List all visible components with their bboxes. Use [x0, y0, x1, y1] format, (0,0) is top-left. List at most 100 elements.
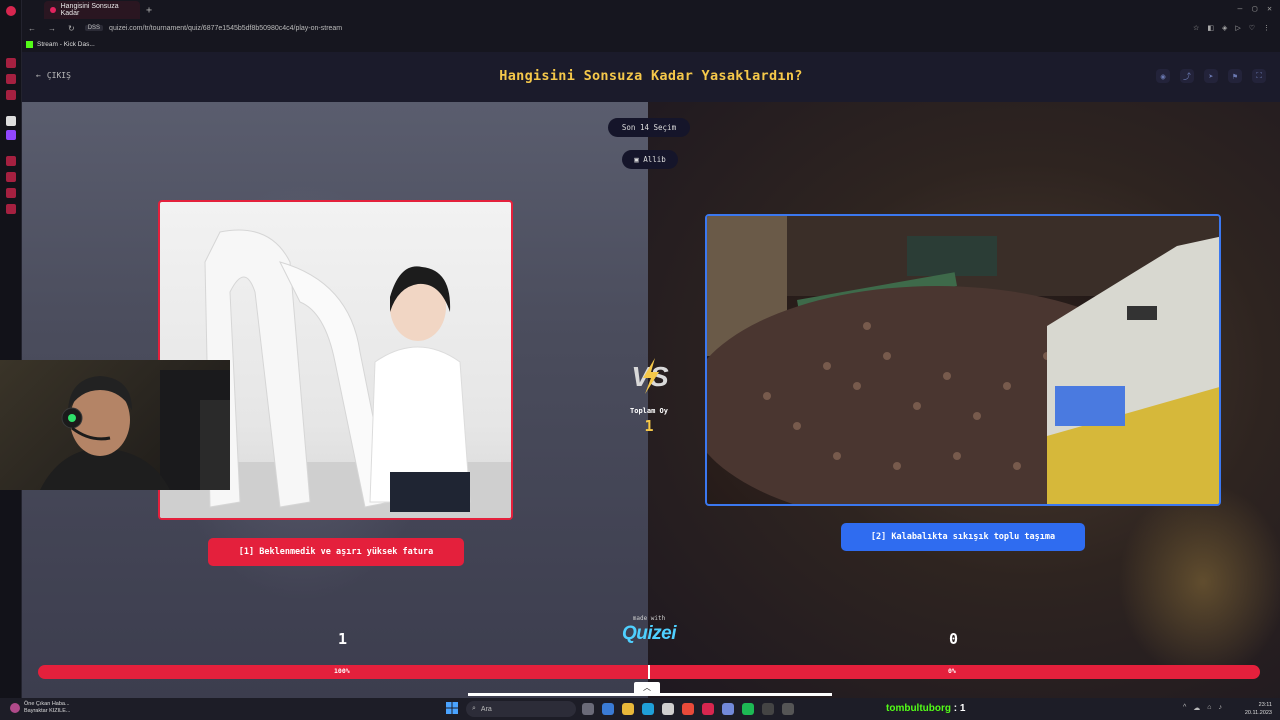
user-badge: ▣ Allib: [622, 150, 678, 169]
vs-icon: VS: [631, 358, 669, 394]
app-icon[interactable]: [602, 703, 614, 715]
tab-title: Hangisini Sonsuza Kadar: [60, 3, 119, 17]
option-2-button[interactable]: [2] Kalabalıkta sıkışık toplu taşıma: [841, 523, 1085, 551]
clock[interactable]: 23:11 20.11.2023: [1245, 701, 1272, 717]
bookmark-star-icon[interactable]: ☆: [1193, 24, 1199, 32]
cloud-icon[interactable]: ☁: [1193, 704, 1200, 712]
browser-chrome: Hangisini Sonsuza Kadar + — ▢ ✕ ← → ↻ DS…: [0, 0, 1280, 52]
discord-icon[interactable]: [722, 703, 734, 715]
send-icon[interactable]: ➤: [1204, 69, 1218, 83]
bookmark-item[interactable]: Stream - Kick Das...: [37, 41, 95, 48]
now-playing-avatar: [10, 703, 20, 713]
window-controls: — ▢ ✕: [1238, 4, 1272, 13]
edge-icon[interactable]: [642, 703, 654, 715]
sidebar-app-icon[interactable]: [6, 172, 16, 182]
user-icon: ▣: [634, 155, 644, 164]
play-icon[interactable]: ▷: [1235, 24, 1240, 32]
option-2-image[interactable]: [705, 214, 1221, 506]
sidebar-app-icon[interactable]: [6, 90, 16, 100]
sidebar-app-icon[interactable]: [6, 74, 16, 84]
browser-tab-active[interactable]: Hangisini Sonsuza Kadar: [44, 1, 140, 19]
extension-icons: ☆ ◧ ◈ ▷ ♡ ⋮: [1193, 24, 1270, 32]
chevron-up-icon[interactable]: ^: [1183, 704, 1186, 712]
extension-icon[interactable]: ◧: [1207, 24, 1214, 32]
browser-sidebar: [0, 0, 22, 698]
shield-icon[interactable]: ◈: [1222, 24, 1227, 32]
taskbar-search[interactable]: ⌕ Ara: [466, 701, 576, 717]
streamer-webcam-image: [40, 370, 230, 490]
minimize-button[interactable]: —: [1238, 4, 1243, 13]
ticker-name: tombultuborg: [886, 703, 951, 714]
back-icon[interactable]: ←: [28, 24, 36, 33]
network-icon[interactable]: ⌂: [1207, 704, 1211, 712]
opera-gx-icon[interactable]: [702, 703, 714, 715]
vote-progress-bar: 100% 0%: [38, 665, 1260, 679]
progress-divider: [648, 665, 650, 679]
quiz-header: ← ÇIKIŞ Hangisini Sonsuza Kadar Yasaklar…: [22, 52, 1280, 102]
spotify-icon[interactable]: [742, 703, 754, 715]
app-icon[interactable]: [762, 703, 774, 715]
share-icon[interactable]: ⤴: [1180, 69, 1194, 83]
heart-icon[interactable]: ♡: [1249, 24, 1255, 32]
total-votes-label: Toplam Oy: [630, 407, 668, 415]
taskbar: Öne Çıkan Haba... Bayraktar KIZILE... ⌕ …: [0, 698, 1280, 720]
nav-buttons: ← → ↻: [28, 24, 75, 33]
search-placeholder: Ara: [480, 705, 492, 713]
eye-icon[interactable]: ◉: [1156, 69, 1170, 83]
pinned-apps: [582, 703, 794, 715]
search-icon: ⌕: [472, 705, 476, 712]
twitch-icon[interactable]: [6, 130, 16, 140]
windows-start-icon[interactable]: [446, 702, 458, 714]
fullscreen-icon[interactable]: ⛶: [1252, 69, 1266, 83]
bookmarks-bar: Stream - Kick Das...: [22, 38, 95, 50]
now-playing-line2: Bayraktar KIZILE...: [24, 708, 71, 714]
site-info-badge[interactable]: DSS: [84, 25, 104, 31]
total-votes-value: 1: [644, 417, 654, 435]
ticker-value: 1: [959, 703, 966, 714]
sidebar-app-icon[interactable]: [6, 58, 16, 68]
maximize-button[interactable]: ▢: [1252, 4, 1257, 13]
clock-time: 23:11: [1258, 702, 1272, 708]
flag-icon[interactable]: ⚑: [1228, 69, 1242, 83]
quizei-logo[interactable]: Quizei: [609, 623, 689, 645]
sidebar-app-icon[interactable]: [6, 188, 16, 198]
file-explorer-icon[interactable]: [622, 703, 634, 715]
browser-logo-icon[interactable]: [6, 6, 16, 16]
reload-icon[interactable]: ↻: [68, 24, 75, 33]
url-text[interactable]: quizei.com/tr/tournament/quiz/6877e1545b…: [109, 25, 342, 32]
forward-icon[interactable]: →: [48, 24, 56, 33]
sidebar-app-icon[interactable]: [6, 116, 16, 126]
now-playing-line1: Öne Çıkan Haba...: [24, 701, 70, 707]
header-tools: ◉ ⤴ ➤ ⚑ ⛶: [1156, 69, 1266, 83]
chrome-icon[interactable]: [682, 703, 694, 715]
clock-date: 20.11.2023: [1244, 710, 1272, 716]
system-tray: ^ ☁ ⌂ ♪: [1183, 704, 1222, 712]
task-view-icon[interactable]: [582, 703, 594, 715]
made-with-label: made with: [632, 615, 666, 622]
store-icon[interactable]: [662, 703, 674, 715]
option-2-count: 0: [949, 630, 959, 648]
sidebar-app-icon[interactable]: [6, 156, 16, 166]
address-bar: ← → ↻ DSS quizei.com/tr/tournament/quiz/…: [22, 20, 1280, 36]
close-window-button[interactable]: ✕: [1267, 4, 1272, 13]
option-2-percent: 0%: [948, 667, 956, 675]
sidebar-app-icon[interactable]: [6, 204, 16, 214]
now-playing-widget[interactable]: Öne Çıkan Haba... Bayraktar KIZILE...: [10, 701, 70, 715]
vs-emblem: VS: [625, 356, 675, 396]
menu-icon[interactable]: ⋮: [1263, 24, 1270, 32]
new-tab-button[interactable]: +: [146, 5, 152, 16]
option-1-count: 1: [338, 630, 348, 648]
crowd-bus-illustration: [707, 216, 1219, 504]
volume-icon[interactable]: ♪: [1219, 704, 1223, 712]
option-1-percent: 100%: [334, 667, 350, 675]
tab-bar: Hangisini Sonsuza Kadar +: [22, 0, 1280, 20]
webcam-overlay: [0, 360, 230, 490]
round-badge: Son 14 Seçim: [608, 118, 690, 137]
stream-ticker: tombultuborg : 1: [886, 703, 966, 714]
option-1-button[interactable]: [1] Beklenmedik ve aşırı yüksek fatura: [208, 538, 464, 566]
user-label: Allib: [643, 155, 666, 164]
tab-favicon-icon: [50, 7, 56, 13]
bottom-divider: [468, 693, 832, 696]
app-icon[interactable]: [782, 703, 794, 715]
kick-favicon-icon: [26, 40, 33, 48]
